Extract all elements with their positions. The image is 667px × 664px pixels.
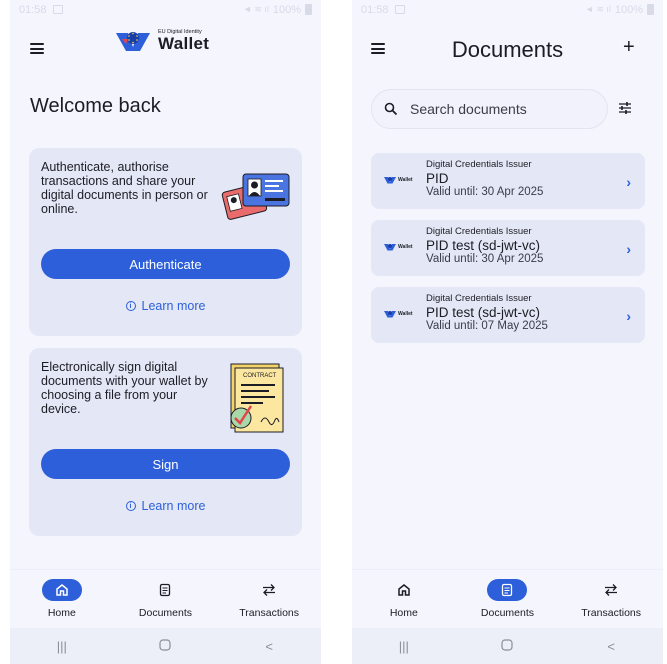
nav-documents-label: Documents [138, 607, 193, 619]
status-bar: 01:58 ◄ ≋ ıl 100% [10, 0, 321, 19]
nav-transactions-label: Transactions [581, 607, 641, 619]
battery-icon [305, 4, 312, 15]
document-validity: Valid until: 30 Apr 2025 [426, 186, 544, 198]
sign-button[interactable]: Sign [41, 449, 290, 479]
wallet-logo-text: Wallet [398, 311, 413, 317]
nav-home-label: Home [389, 607, 418, 619]
learn-more-label: Learn more [141, 299, 206, 313]
document-issuer: Digital Credentials Issuer [426, 159, 532, 170]
image-notification-icon [394, 5, 405, 14]
document-icon [145, 579, 185, 601]
document-item[interactable]: Wallet Digital Credentials Issuer PID te… [371, 287, 645, 343]
nav-home-label: Home [47, 607, 76, 619]
sign-card: Electronically sign digital documents wi… [29, 348, 302, 536]
authenticate-description: Authenticate, authorise transactions and… [41, 160, 208, 216]
battery-icon [647, 4, 654, 15]
eu-wallet-logo-icon [384, 311, 396, 318]
home-screen: 01:58 ◄ ≋ ıl 100% EU Digital Identity Wal… [10, 0, 321, 664]
nav-transactions[interactable]: Transactions [224, 579, 314, 619]
contract-label: CONTRACT [243, 373, 277, 379]
nav-home[interactable]: Home [17, 579, 107, 619]
add-document-icon[interactable]: + [623, 36, 635, 59]
info-icon: i [125, 301, 136, 311]
nav-home[interactable]: Home [359, 579, 449, 619]
authenticate-button[interactable]: Authenticate [41, 249, 290, 279]
back-icon[interactable]: < [596, 639, 626, 654]
welcome-heading: Welcome back [30, 95, 161, 117]
wallet-logo: Wallet [384, 243, 413, 251]
swap-arrows-icon [249, 579, 289, 601]
document-name: PID test (sd-jwt-vc) [426, 237, 541, 253]
document-name: PID test (sd-jwt-vc) [426, 304, 541, 320]
recent-apps-icon[interactable]: ||| [389, 639, 419, 654]
chevron-right-icon: › [626, 308, 631, 324]
nav-documents[interactable]: Documents [462, 579, 552, 619]
document-item[interactable]: Wallet Digital Credentials Issuer PID Va… [371, 153, 645, 209]
nav-documents[interactable]: Documents [120, 579, 210, 619]
learn-more-label: Learn more [141, 499, 206, 513]
home-button-icon[interactable] [150, 638, 180, 654]
sign-learn-more-link[interactable]: i Learn more [29, 499, 302, 513]
eu-wallet-logo-icon [384, 244, 396, 251]
signal-icons: ◄ ≋ ıl [584, 4, 611, 14]
swap-arrows-icon [591, 579, 631, 601]
documents-screen: 01:58 ◄ ≋ ıl100% Documents + Wallet Digi… [352, 0, 663, 664]
page-title: Documents [451, 37, 564, 62]
wallet-logo-text: Wallet [398, 244, 413, 250]
status-bar: 01:58 ◄ ≋ ıl 100% [352, 0, 663, 19]
status-time: 01:58 [19, 3, 47, 16]
document-validity: Valid until: 30 Apr 2025 [426, 253, 544, 265]
document-validity: Valid until: 07 May 2025 [426, 320, 548, 332]
document-icon [487, 579, 528, 601]
id-cards-illustration-icon [221, 173, 290, 220]
info-icon: i [125, 501, 136, 511]
eu-wallet-logo-icon [116, 32, 150, 51]
search-bar[interactable] [371, 89, 608, 129]
recent-apps-icon[interactable]: ||| [47, 639, 77, 654]
search-icon [384, 102, 398, 116]
document-item[interactable]: Wallet Digital Credentials Issuer PID te… [371, 220, 645, 276]
image-notification-icon [52, 5, 63, 14]
document-name: PID [426, 170, 449, 186]
chevron-right-icon: › [626, 241, 631, 257]
chevron-right-icon: › [626, 174, 631, 190]
battery-level: 100% [614, 3, 643, 16]
bottom-navigation: Home Documents Transactions [352, 569, 663, 628]
system-navigation-bar: ||| < [352, 628, 663, 664]
battery-level: 100% [272, 3, 301, 16]
sign-description: Electronically sign digital documents wi… [41, 360, 208, 416]
nav-transactions-label: Transactions [239, 607, 299, 619]
authenticate-card: Authenticate, authorise transactions and… [29, 148, 302, 336]
logo-title: Wallet [158, 34, 210, 54]
eu-wallet-logo-icon [384, 177, 396, 184]
contract-illustration-icon: CONTRACT [230, 363, 284, 433]
status-time: 01:58 [361, 3, 389, 16]
document-issuer: Digital Credentials Issuer [426, 226, 532, 237]
wallet-logo-text: Wallet [398, 177, 413, 183]
authenticate-learn-more-link[interactable]: i Learn more [29, 299, 302, 313]
bottom-navigation: Home Documents Transactions [10, 569, 321, 628]
home-button-icon[interactable] [492, 638, 522, 654]
nav-documents-label: Documents [480, 607, 535, 619]
home-icon [384, 579, 424, 601]
filter-icon[interactable] [618, 101, 632, 115]
wallet-logo: Wallet [384, 176, 413, 184]
wallet-logo: EU Digital Identity Wallet [114, 29, 209, 53]
document-issuer: Digital Credentials Issuer [426, 293, 532, 304]
search-input[interactable] [410, 101, 590, 117]
system-navigation-bar: ||| < [10, 628, 321, 664]
home-icon [41, 579, 82, 601]
wallet-logo: Wallet [384, 310, 413, 318]
menu-icon[interactable] [30, 43, 44, 54]
signal-icons: ◄ ≋ ıl [242, 4, 269, 14]
back-icon[interactable]: < [254, 639, 284, 654]
nav-transactions[interactable]: Transactions [566, 579, 656, 619]
